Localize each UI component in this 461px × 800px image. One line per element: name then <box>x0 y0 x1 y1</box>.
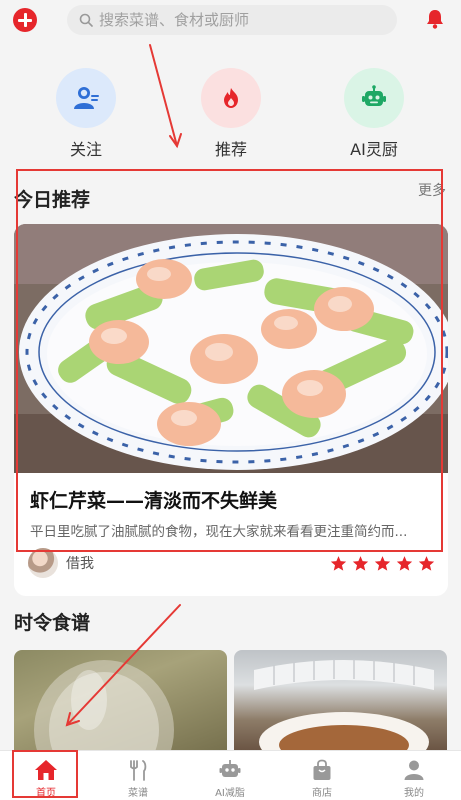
nav-ai-fatloss[interactable]: AI减脂 <box>184 751 276 800</box>
quick-entry-recommend[interactable]: 推荐 <box>181 68 281 160</box>
recommend-card-desc: 平日里吃腻了油腻腻的食物，现在大家就来看看更注重简约而... <box>30 524 408 540</box>
notification-bell-icon[interactable] <box>424 8 446 30</box>
nav-recipes-label: 菜谱 <box>128 788 148 799</box>
search-icon <box>79 13 93 27</box>
star-icon <box>396 556 413 571</box>
quick-entry-row: 关注 推荐 AI灵厨 <box>0 68 461 160</box>
more-link[interactable]: 更多 <box>418 180 446 200</box>
robot-icon <box>362 85 386 106</box>
author-avatar <box>28 548 58 578</box>
shopping-bag-icon <box>313 759 331 780</box>
star-icon <box>352 556 369 571</box>
dish-image <box>14 224 448 473</box>
seasonal-recipe-card-2[interactable] <box>234 650 447 750</box>
nav-recipes[interactable]: 菜谱 <box>92 751 184 800</box>
quick-entry-recommend-circle <box>201 68 261 128</box>
quick-entry-follow-label: 关注 <box>69 140 102 159</box>
seasonal-recipe-image-2 <box>254 659 434 750</box>
rating-stars <box>330 555 435 572</box>
search-input[interactable] <box>99 11 379 29</box>
star-icon <box>330 556 347 571</box>
fork-knife-icon <box>130 760 147 781</box>
robot-icon <box>219 760 241 777</box>
seasonal-recipe-image-1 <box>34 660 174 750</box>
nav-home-label: 首页 <box>36 788 56 799</box>
recommend-card-title: 虾仁芹菜——清淡而不失鲜美 <box>30 490 278 512</box>
nav-ai-fatloss-label: AI减脂 <box>215 788 245 799</box>
nav-profile-label: 我的 <box>404 788 424 799</box>
user-follow-icon <box>74 87 99 109</box>
bottom-navigation: 首页 菜谱 AI减脂 商店 我的 <box>0 750 461 800</box>
star-icon <box>418 556 435 571</box>
home-icon <box>35 760 57 780</box>
quick-entry-ai-chef[interactable]: AI灵厨 <box>324 68 424 160</box>
nav-profile[interactable]: 我的 <box>368 751 460 800</box>
star-icon <box>374 556 391 571</box>
recommend-card[interactable]: 虾仁芹菜——清淡而不失鲜美 平日里吃腻了油腻腻的食物，现在大家就来看看更注重简约… <box>14 224 448 596</box>
recommend-flame-icon <box>224 88 238 108</box>
nav-store[interactable]: 商店 <box>276 751 368 800</box>
profile-icon <box>404 760 424 780</box>
seasonal-recipe-card-1[interactable] <box>14 650 227 750</box>
quick-entry-ai-chef-label: AI灵厨 <box>350 140 398 159</box>
nav-home[interactable]: 首页 <box>0 751 92 800</box>
add-recipe-button[interactable] <box>13 8 37 32</box>
seasonal-recipes-title: 时令食谱 <box>14 612 91 634</box>
author-name: 借我 <box>66 556 94 572</box>
quick-entry-follow-circle <box>56 68 116 128</box>
quick-entry-ai-chef-circle <box>344 68 404 128</box>
quick-entry-recommend-label: 推荐 <box>214 140 247 159</box>
quick-entry-follow[interactable]: 关注 <box>36 68 136 160</box>
nav-store-label: 商店 <box>312 788 332 799</box>
search-bar[interactable] <box>67 5 397 35</box>
author-info[interactable]: 借我 <box>28 548 94 578</box>
today-recommend-title: 今日推荐 <box>14 189 91 211</box>
top-bar <box>0 0 461 40</box>
